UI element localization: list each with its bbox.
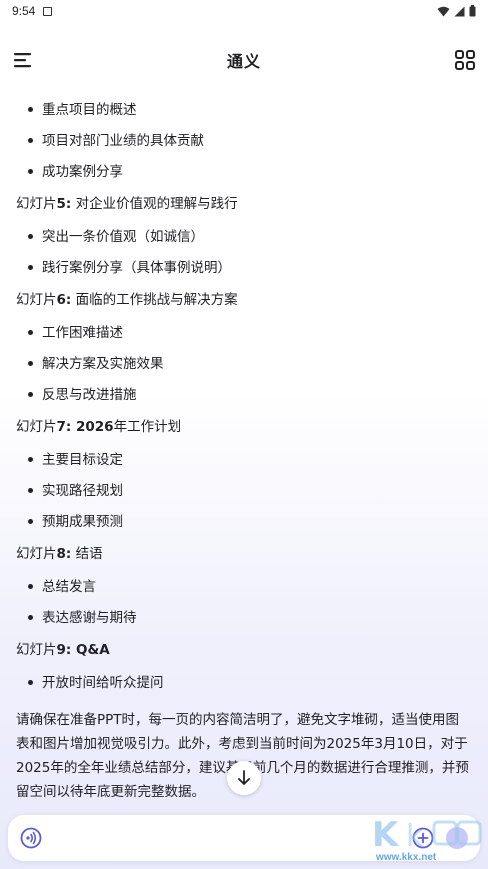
list-item: 实现路径规划 (16, 475, 472, 506)
status-icons (437, 5, 476, 17)
list-item: 项目对部门业绩的具体贡献 (16, 125, 472, 156)
slide-heading: 幻灯片6: 面临的工作挑战与解决方案 (16, 292, 238, 308)
list-item: 反思与改进措施 (16, 379, 472, 410)
arrow-down-icon (238, 770, 250, 785)
slide-heading: 幻灯片8: 结语 (16, 546, 103, 562)
list-item: 工作困难描述 (16, 317, 472, 348)
scroll-to-bottom-button[interactable] (227, 761, 261, 795)
battery-icon (469, 5, 476, 17)
chat-input-bar (8, 815, 480, 861)
page-title: 通义 (226, 52, 261, 71)
list-item: 重点项目的概述 (16, 94, 472, 125)
list-item: 解决方案及实施效果 (16, 348, 472, 379)
notification-icon (43, 6, 53, 16)
list-item: 突出一条价值观（如诚信） (16, 221, 472, 252)
slide-heading: 幻灯片9: Q&A (16, 642, 110, 658)
list-item: 成功案例分享 (16, 156, 472, 187)
bullet-list: 重点项目的概述 项目对部门业绩的具体贡献 成功案例分享 (16, 94, 472, 187)
list-item: 总结发言 (16, 571, 472, 602)
status-bar: 9:54 (0, 0, 488, 22)
apps-grid-icon[interactable] (454, 49, 476, 71)
list-item: 践行案例分享（具体事例说明） (16, 252, 472, 283)
chat-content: 重点项目的概述 项目对部门业绩的具体贡献 成功案例分享 幻灯片5: 对企业价值观… (0, 92, 488, 804)
list-item: 主要目标设定 (16, 444, 472, 475)
app-header: 通义 (0, 40, 488, 80)
signal-icon (454, 6, 465, 16)
status-time: 9:54 (12, 4, 36, 18)
slide-heading: 幻灯片7: 2026年工作计划 (16, 419, 182, 435)
menu-icon[interactable] (12, 50, 34, 70)
list-item: 预期成果预测 (16, 506, 472, 537)
wifi-icon (437, 6, 450, 16)
chat-input[interactable] (52, 830, 402, 846)
add-icon[interactable] (412, 827, 434, 849)
slide-heading: 幻灯片5: 对企业价值观的理解与践行 (16, 196, 238, 212)
list-item: 表达感谢与期待 (16, 602, 472, 633)
list-item: 开放时间给听众提问 (16, 667, 472, 698)
voice-input-icon[interactable] (20, 827, 42, 849)
send-button[interactable] (446, 827, 468, 849)
